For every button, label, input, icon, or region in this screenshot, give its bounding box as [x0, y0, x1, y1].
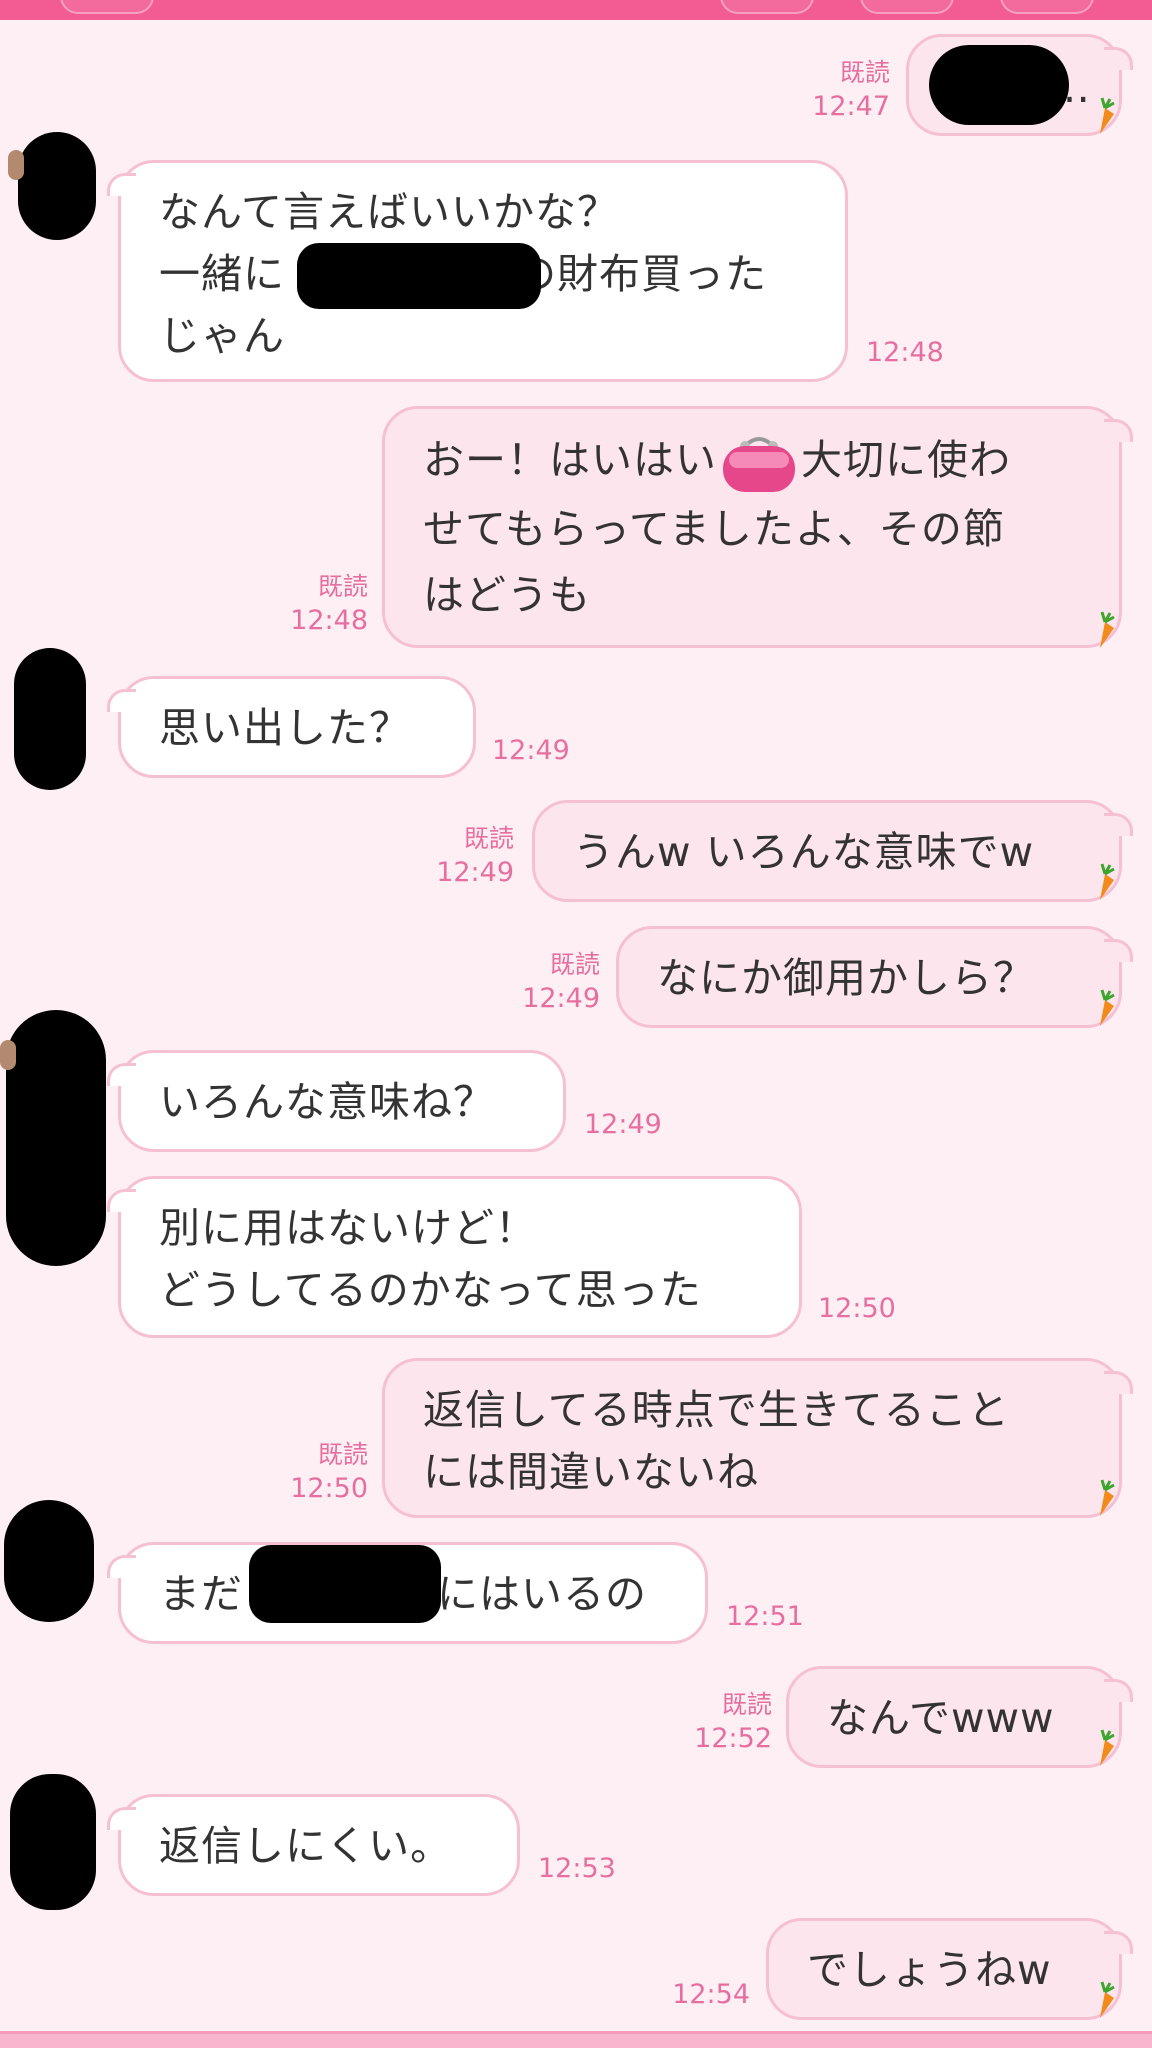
- carrot-icon: [1100, 1729, 1115, 1766]
- carrot-icon: [1100, 97, 1115, 134]
- message-line: 別に用はないけど！: [159, 1204, 537, 1252]
- header-tab[interactable]: [860, 0, 954, 14]
- bottom-bar: [0, 2031, 1152, 2048]
- message-meta: 既読 12:48: [270, 570, 368, 638]
- header-tab[interactable]: [720, 0, 814, 14]
- carrot-icon: [1100, 989, 1115, 1026]
- read-receipt: 既読: [463, 824, 514, 853]
- message-line: 返信しにくい。: [159, 1822, 453, 1870]
- avatar[interactable]: [14, 648, 86, 790]
- chat-bubble-outgoing[interactable]: うんw いろんな意味でw: [532, 800, 1133, 902]
- timestamp: 12:53: [538, 1853, 616, 1884]
- message-meta: 既読 12:52: [676, 1688, 772, 1756]
- message-line: 返信してる時点で生きてること: [423, 1386, 1010, 1434]
- read-receipt: 既読: [839, 58, 890, 87]
- timestamp: 12:51: [726, 1601, 804, 1632]
- message-line: には間違いないね: [423, 1448, 759, 1496]
- avatar[interactable]: [4, 1500, 94, 1622]
- message-line: おー！はいはい 大切に使わ: [423, 427, 1081, 496]
- chat-bubble-incoming[interactable]: まだ にはいるの: [107, 1542, 708, 1644]
- timestamp: 12:50: [290, 1473, 368, 1504]
- message-line: せてもらってましたよ、その節: [423, 505, 1005, 553]
- message-line: はどうも: [423, 571, 591, 619]
- timestamp: 12:47: [812, 91, 890, 122]
- avatar[interactable]: [0, 1010, 106, 1266]
- carrot-icon: [1100, 863, 1115, 900]
- message-line: うんw いろんな意味でw: [573, 828, 1035, 876]
- message-line: じゃん: [159, 312, 285, 360]
- chat-bubble-outgoing[interactable]: 返信してる時点で生きてること には間違いないね: [382, 1358, 1133, 1518]
- message-meta: 既読 12:49: [504, 948, 600, 1016]
- redaction-mark: [249, 1545, 441, 1623]
- redaction-mark: [297, 243, 541, 309]
- chat-bubble-incoming[interactable]: 思い出した？: [107, 676, 476, 778]
- redaction-mark: [929, 45, 1069, 125]
- message-meta: 既読 12:50: [270, 1438, 368, 1506]
- timestamp: 12:52: [694, 1723, 772, 1754]
- message-line: なにか御用かしら？: [657, 954, 1035, 1002]
- chat-bubble-outgoing[interactable]: でしょうねw: [766, 1918, 1133, 2020]
- message-line: なんて言えばいいかな？: [159, 188, 619, 236]
- chat-bubble-incoming[interactable]: 返信しにくい。: [107, 1794, 520, 1896]
- chat-bubble-incoming[interactable]: なんて言えばいいかな？ 一緒に の財布買った じゃん: [107, 160, 848, 382]
- timestamp: 12:50: [818, 1293, 896, 1324]
- avatar[interactable]: [8, 132, 96, 240]
- chat-bubble-outgoing[interactable]: おー！はいはい 大切に使わ せてもらってましたよ、その節 はどうも: [382, 406, 1133, 648]
- header-tab[interactable]: [60, 0, 154, 14]
- read-receipt: 既読: [549, 950, 600, 979]
- timestamp: 12:49: [436, 857, 514, 888]
- chat-bubble-outgoing[interactable]: なにか御用かしら？: [616, 926, 1133, 1028]
- carrot-icon: [1100, 1981, 1115, 2018]
- message-line: いろんな意味ね？: [159, 1078, 495, 1126]
- chat-bubble-outgoing[interactable]: なんでwww: [786, 1666, 1133, 1768]
- header-tab[interactable]: [1000, 0, 1094, 14]
- timestamp: 12:54: [672, 1979, 750, 2010]
- carrot-icon: [1100, 611, 1115, 648]
- chat-header-bar: [0, 0, 1152, 20]
- purse-icon: [719, 430, 799, 496]
- message-meta: 既読 12:49: [418, 822, 514, 890]
- chat-bubble-incoming[interactable]: 別に用はないけど！ どうしてるのかなって思った: [107, 1176, 802, 1338]
- timestamp: 12:48: [866, 337, 944, 368]
- timestamp: 12:49: [584, 1109, 662, 1140]
- carrot-icon: [1100, 1479, 1115, 1516]
- timestamp: 12:49: [522, 983, 600, 1014]
- chat-bubble-incoming[interactable]: いろんな意味ね？: [107, 1050, 566, 1152]
- read-receipt: 既読: [721, 1690, 772, 1719]
- timestamp: 12:49: [492, 735, 570, 766]
- message-line: でしょうねw: [807, 1946, 1052, 1994]
- avatar[interactable]: [10, 1774, 96, 1910]
- read-receipt: 既読: [317, 1440, 368, 1469]
- timestamp: 12:48: [290, 605, 368, 636]
- message-line: なんでwww: [827, 1694, 1055, 1742]
- message-meta: 既読 12:47: [800, 56, 890, 124]
- read-receipt: 既読: [317, 572, 368, 601]
- message-line: 思い出した？: [159, 704, 411, 752]
- message-line: どうしてるのかなって思った: [159, 1266, 702, 1314]
